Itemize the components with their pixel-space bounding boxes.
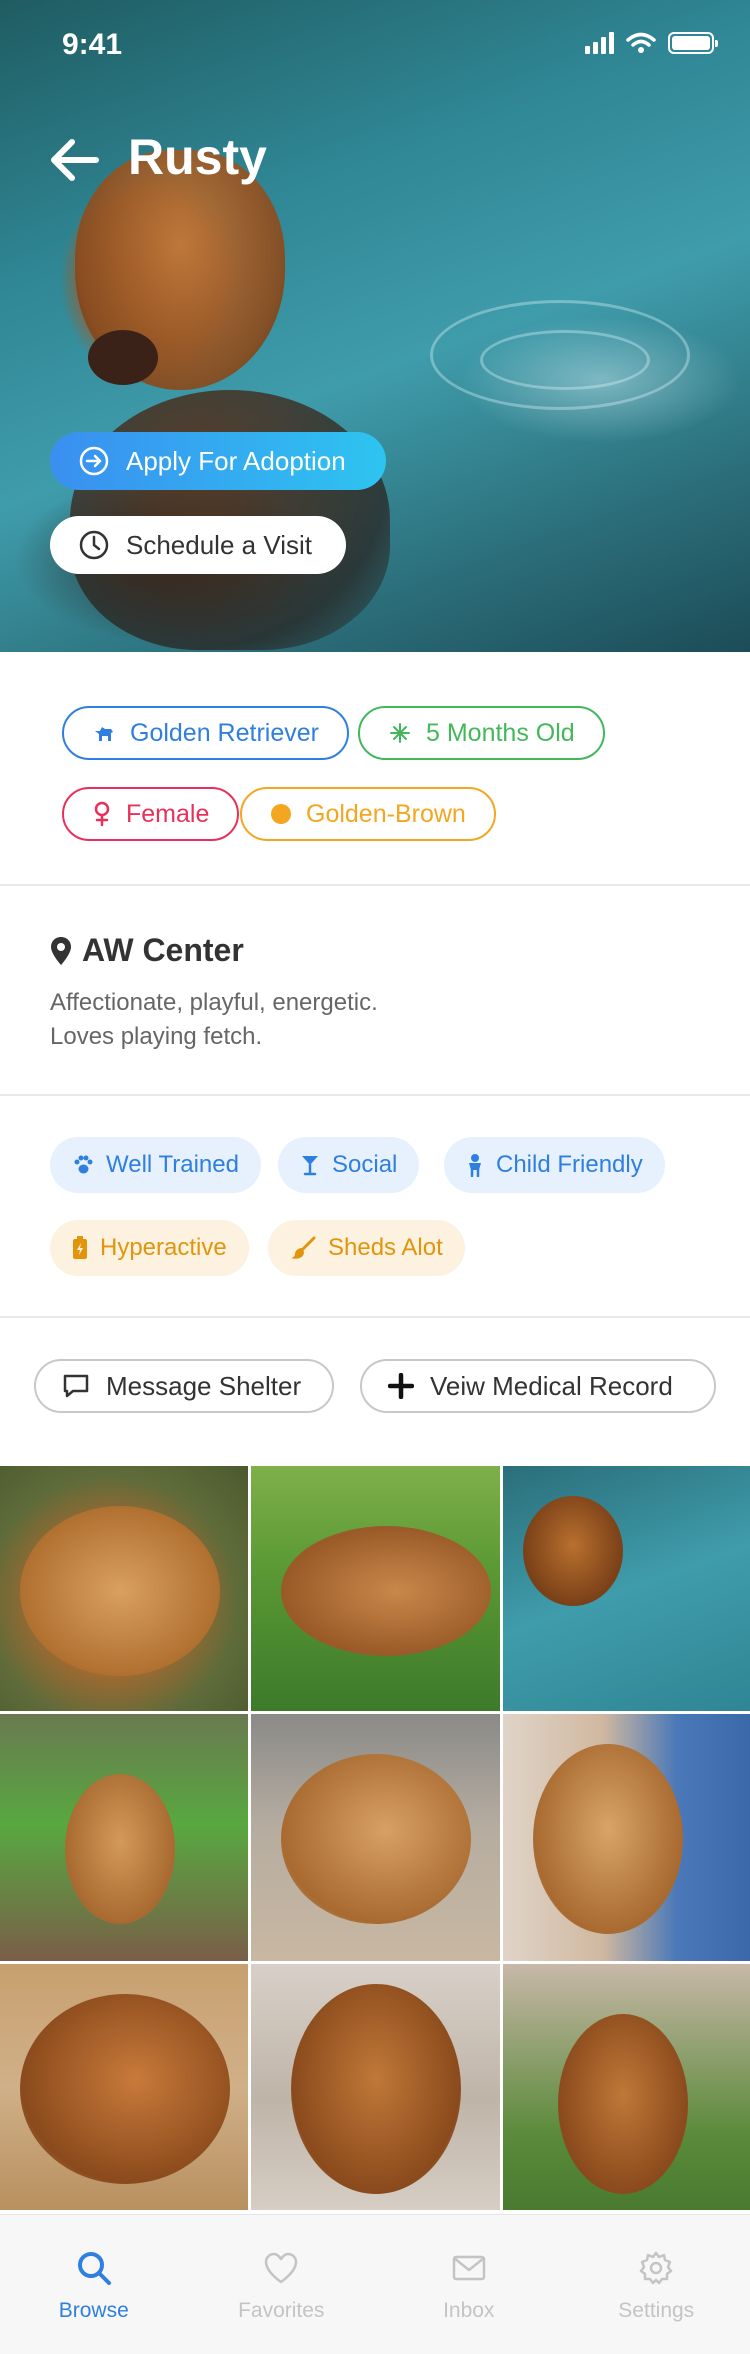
battery-charging-icon	[73, 1236, 87, 1259]
coat-color-pill: Golden-Brown	[240, 787, 496, 841]
photo-gallery	[0, 1466, 750, 2214]
back-arrow-icon[interactable]	[44, 130, 104, 190]
breed-pill: Golden Retriever	[62, 706, 349, 760]
trait-label: Child Friendly	[496, 1151, 643, 1178]
tab-label: Favorites	[238, 2299, 325, 2322]
dog-icon	[95, 727, 113, 741]
pet-name: Rusty	[128, 129, 267, 185]
color-dot-icon	[271, 804, 291, 824]
gallery-photo[interactable]	[251, 1964, 500, 2210]
battery-icon	[668, 32, 718, 54]
status-bar: 9:41	[0, 0, 750, 88]
gallery-photo[interactable]	[0, 1714, 248, 1961]
tab-inbox[interactable]: Inbox	[375, 2215, 563, 2354]
baby-icon	[469, 1154, 481, 1177]
female-icon	[94, 801, 110, 827]
pet-description: Affectionate, playful, energetic. Loves …	[50, 986, 650, 1054]
tab-label: Settings	[618, 2299, 695, 2322]
view-medical-record-button[interactable]: Veiw Medical Record	[360, 1359, 716, 1413]
plus-icon	[388, 1373, 414, 1399]
gallery-photo[interactable]	[0, 1466, 248, 1711]
brush-icon	[291, 1236, 316, 1259]
gallery-photo[interactable]	[503, 1714, 750, 1961]
tab-bar: Browse Favorites Inbox Settings	[0, 2214, 750, 2354]
gallery-photo[interactable]	[251, 1714, 500, 1961]
trait-label: Hyperactive	[100, 1234, 227, 1261]
tab-label: Browse	[58, 2299, 129, 2322]
heart-icon	[265, 2252, 298, 2284]
signal-icon	[585, 32, 614, 54]
tab-browse[interactable]: Browse	[0, 2215, 188, 2354]
sparkle-icon	[390, 723, 410, 743]
sex-label: Female	[126, 799, 210, 828]
breed-label: Golden Retriever	[130, 718, 319, 747]
trait-label: Social	[332, 1151, 398, 1178]
dog-nose	[88, 330, 158, 385]
status-time: 9:41	[62, 28, 123, 61]
water-ripple	[480, 330, 650, 390]
trait-social: Social	[278, 1137, 420, 1193]
mail-icon	[452, 2255, 485, 2281]
apply-adoption-label: Apply For Adoption	[126, 445, 346, 476]
tab-label: Inbox	[443, 2299, 495, 2322]
status-icons	[585, 32, 718, 54]
trait-child-friendly: Child Friendly	[444, 1137, 665, 1193]
description-line: Loves playing fetch.	[50, 1023, 263, 1050]
schedule-visit-label: Schedule a Visit	[126, 529, 312, 560]
gallery-photo[interactable]	[251, 1466, 500, 1711]
trait-sheds-alot: Sheds Alot	[268, 1220, 465, 1276]
coat-color-label: Golden-Brown	[306, 799, 466, 828]
gallery-photo[interactable]	[503, 1964, 750, 2210]
age-pill: 5 Months Old	[358, 706, 605, 760]
message-shelter-button[interactable]: Message Shelter	[34, 1359, 334, 1413]
message-shelter-label: Message Shelter	[106, 1370, 302, 1401]
sex-pill: Female	[62, 787, 240, 841]
divider	[0, 884, 750, 886]
description-line: Affectionate, playful, energetic.	[50, 989, 378, 1016]
location-row: AW Center	[50, 932, 244, 969]
chat-icon	[63, 1374, 89, 1398]
paw-icon	[74, 1155, 93, 1174]
divider	[0, 1094, 750, 1096]
cocktail-icon	[302, 1156, 318, 1176]
view-medical-record-label: Veiw Medical Record	[430, 1370, 673, 1401]
trait-hyperactive: Hyperactive	[50, 1220, 249, 1276]
search-icon	[77, 2252, 111, 2285]
schedule-visit-button[interactable]: Schedule a Visit	[50, 516, 346, 574]
tab-settings[interactable]: Settings	[563, 2215, 750, 2354]
tab-favorites[interactable]: Favorites	[188, 2215, 376, 2354]
gallery-photo[interactable]	[503, 1466, 750, 1711]
trait-label: Well Trained	[106, 1151, 239, 1178]
trait-label: Sheds Alot	[328, 1234, 443, 1261]
location-name: AW Center	[82, 932, 244, 968]
wifi-icon	[626, 32, 656, 53]
arrow-circle-icon	[79, 446, 109, 476]
gallery-photo[interactable]	[0, 1964, 248, 2210]
clock-icon	[79, 530, 109, 560]
age-label: 5 Months Old	[426, 718, 575, 747]
gear-icon	[640, 2251, 673, 2285]
location-pin-icon	[51, 936, 71, 965]
divider	[0, 1316, 750, 1318]
trait-well-trained: Well Trained	[50, 1137, 261, 1193]
apply-adoption-button[interactable]: Apply For Adoption	[50, 432, 386, 490]
